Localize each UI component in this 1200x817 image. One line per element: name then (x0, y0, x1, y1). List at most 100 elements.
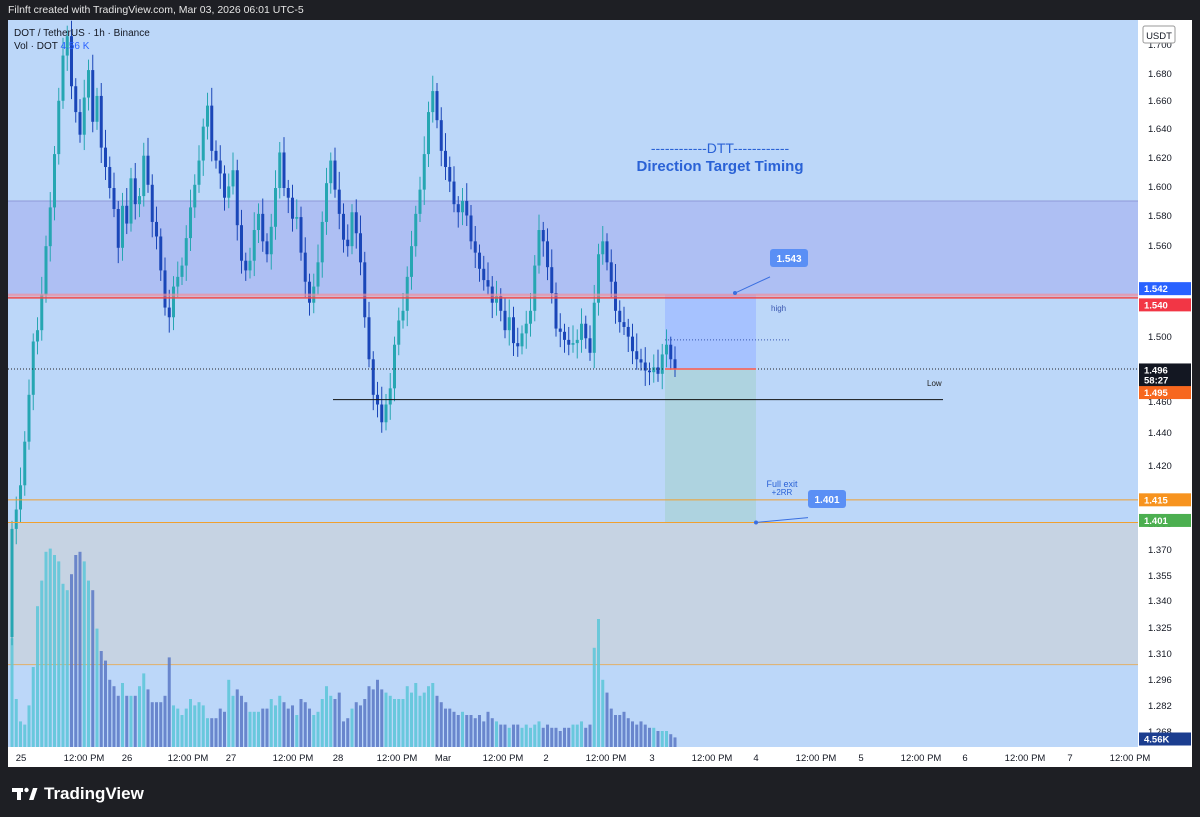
candle-body (520, 333, 524, 347)
candle-body (384, 404, 388, 423)
exit-callout-text: 1.401 (814, 495, 839, 506)
candle-body (240, 225, 243, 261)
volume-bar (252, 711, 256, 747)
candle-body (36, 330, 39, 342)
volume-bar (70, 574, 73, 747)
candle-body (622, 322, 626, 327)
volume-bar (325, 686, 328, 747)
volume-bar (303, 702, 307, 747)
target-box (665, 293, 756, 369)
volume-bar (36, 606, 39, 747)
candle-body (172, 286, 175, 318)
candle-body (605, 241, 609, 263)
volume-bar (588, 724, 592, 747)
volume-bar (57, 561, 61, 747)
price-tick: 1.620 (1148, 153, 1172, 164)
volume-bar (397, 699, 401, 747)
volume-bar (104, 660, 107, 747)
candle-body (142, 155, 146, 197)
candle-body (244, 260, 248, 271)
volume-bar (201, 705, 205, 747)
target-callout-dot (733, 291, 737, 296)
candle-body (418, 189, 422, 214)
price-tick: 1.600 (1148, 182, 1172, 193)
volume-bar (571, 724, 575, 747)
candle-body (486, 280, 490, 287)
volume-bar (461, 711, 464, 747)
candle-body (631, 336, 634, 352)
volume-bar (333, 699, 337, 747)
candle-body (465, 200, 469, 216)
volume-bar (550, 727, 554, 747)
candle-body (609, 262, 613, 282)
volume-bar (261, 708, 265, 747)
time-tick: 12:00 PM (692, 753, 733, 764)
candle-body (197, 160, 201, 185)
symbol-title[interactable]: DOT / TetherUS · 1h · Binance (14, 27, 150, 40)
volume-bar (167, 657, 171, 747)
volume-bar (248, 711, 252, 747)
candle-body (639, 359, 643, 363)
candle-body (516, 343, 520, 347)
time-tick: 12:00 PM (64, 753, 105, 764)
volume-bar (639, 721, 643, 747)
tradingview-brand[interactable]: TradingView (12, 784, 144, 804)
time-tick: 12:00 PM (273, 753, 314, 764)
candle-body (329, 160, 333, 184)
volume-bar (622, 711, 626, 747)
candle-body (176, 276, 180, 287)
volume-bar (563, 727, 566, 747)
badge-current-text: 58:27 (1144, 375, 1168, 386)
candle-body (210, 105, 214, 151)
candle-body (584, 323, 588, 339)
candle-body (363, 262, 367, 318)
volume-bar (53, 555, 56, 747)
volume-bar (524, 724, 528, 747)
candle-body (337, 189, 341, 214)
volume-bar (240, 695, 243, 747)
candle-body (558, 328, 562, 332)
price-tick: 1.340 (1148, 596, 1172, 607)
candle-body (448, 167, 452, 182)
volume-bar (282, 702, 286, 747)
volume-bar (533, 724, 537, 747)
volume-bar (146, 689, 150, 747)
candle-body (601, 241, 605, 255)
candle-body (537, 230, 541, 266)
price-chart[interactable]: ------------DTT------------ Direction Tar… (8, 20, 1192, 767)
high-label: high (771, 304, 786, 313)
candle-body (295, 217, 299, 219)
volume-bar (257, 711, 260, 747)
volume-legend: Vol · DOT 4.56 K (14, 40, 150, 53)
volume-bar (512, 724, 515, 747)
candle-body (380, 404, 384, 423)
volume-label: Vol · DOT (14, 41, 58, 52)
price-tick: 1.680 (1148, 69, 1172, 80)
volume-bar (61, 583, 65, 747)
candle-body (546, 241, 549, 268)
candle-body (95, 95, 99, 122)
candle-body (325, 183, 328, 222)
price-tick: 1.560 (1148, 241, 1172, 252)
candle-body (435, 91, 439, 121)
volume-bar (227, 679, 231, 747)
candle-body (592, 302, 596, 353)
volume-bar (376, 679, 379, 747)
candle-body (78, 112, 82, 135)
candle-body (104, 147, 107, 168)
volume-bar (456, 715, 460, 747)
candle-body (359, 233, 362, 263)
volume-bar (214, 718, 218, 747)
volume-bar (27, 705, 31, 747)
volume-bar (584, 727, 588, 747)
volume-bar (320, 699, 324, 747)
badge-1540-text: 1.540 (1144, 300, 1168, 311)
candle-body (167, 307, 171, 318)
volume-bar (65, 590, 69, 747)
time-tick: 3 (649, 753, 654, 764)
volume-bar (635, 724, 639, 747)
candle-body (206, 105, 209, 127)
badge-1415-text: 1.415 (1144, 495, 1168, 506)
volume-bar (329, 695, 333, 747)
volume-bar (478, 715, 481, 747)
